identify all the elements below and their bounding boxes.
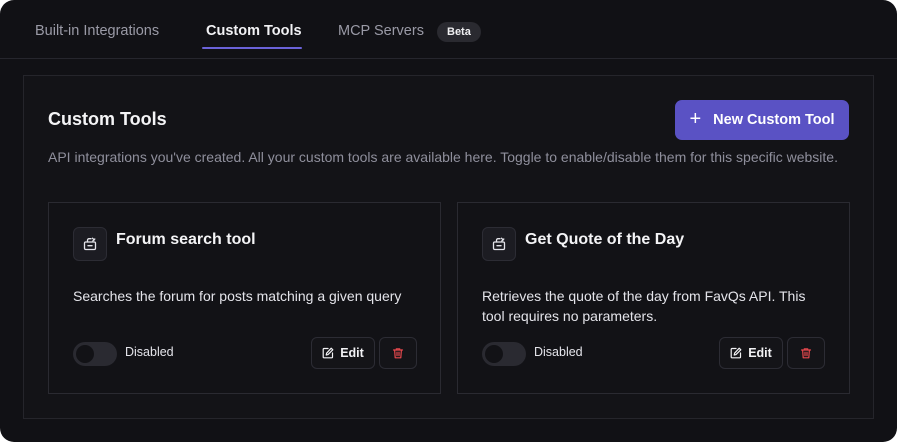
enable-toggle[interactable] xyxy=(482,342,526,366)
toggle-status-label: Disabled xyxy=(534,345,583,359)
edit-label: Edit xyxy=(748,346,772,360)
edit-button[interactable]: Edit xyxy=(719,337,783,369)
enable-toggle[interactable] xyxy=(73,342,117,366)
edit-button[interactable]: Edit xyxy=(311,337,375,369)
delete-button[interactable] xyxy=(787,337,825,369)
active-tab-indicator xyxy=(202,47,302,49)
tool-name: Forum search tool xyxy=(116,231,256,248)
edit-label: Edit xyxy=(340,346,364,360)
plus-icon: + xyxy=(689,108,702,130)
tab-built-in-integrations[interactable]: Built-in Integrations xyxy=(35,23,159,39)
tab-custom-tools[interactable]: Custom Tools xyxy=(206,23,302,39)
tool-icon xyxy=(482,227,516,261)
tool-icon xyxy=(73,227,107,261)
edit-icon xyxy=(730,347,742,359)
edit-icon xyxy=(322,347,334,359)
tool-card: Forum search tool Searches the forum for… xyxy=(48,202,441,394)
section-description: API integrations you've created. All you… xyxy=(48,149,838,165)
toggle-status-label: Disabled xyxy=(125,345,174,359)
tab-bar: Built-in Integrations Custom Tools MCP S… xyxy=(0,0,897,59)
tool-name: Get Quote of the Day xyxy=(525,231,685,248)
tab-mcp-servers[interactable]: MCP Servers xyxy=(338,23,424,39)
tool-description: Searches the forum for posts matching a … xyxy=(73,288,402,304)
trash-icon xyxy=(800,348,812,359)
delete-button[interactable] xyxy=(379,337,417,369)
toggle-knob xyxy=(485,345,503,363)
new-custom-tool-label: New Custom Tool xyxy=(713,112,835,128)
tool-card: Get Quote of the Day Retrieves the quote… xyxy=(457,202,850,394)
beta-badge: Beta xyxy=(437,22,481,42)
section-title: Custom Tools xyxy=(48,109,167,129)
trash-icon xyxy=(392,348,404,359)
toggle-knob xyxy=(76,345,94,363)
new-custom-tool-button[interactable]: + New Custom Tool xyxy=(675,100,849,140)
app-window: Built-in Integrations Custom Tools MCP S… xyxy=(0,0,897,442)
tool-description: Retrieves the quote of the day from FavQ… xyxy=(482,288,806,324)
